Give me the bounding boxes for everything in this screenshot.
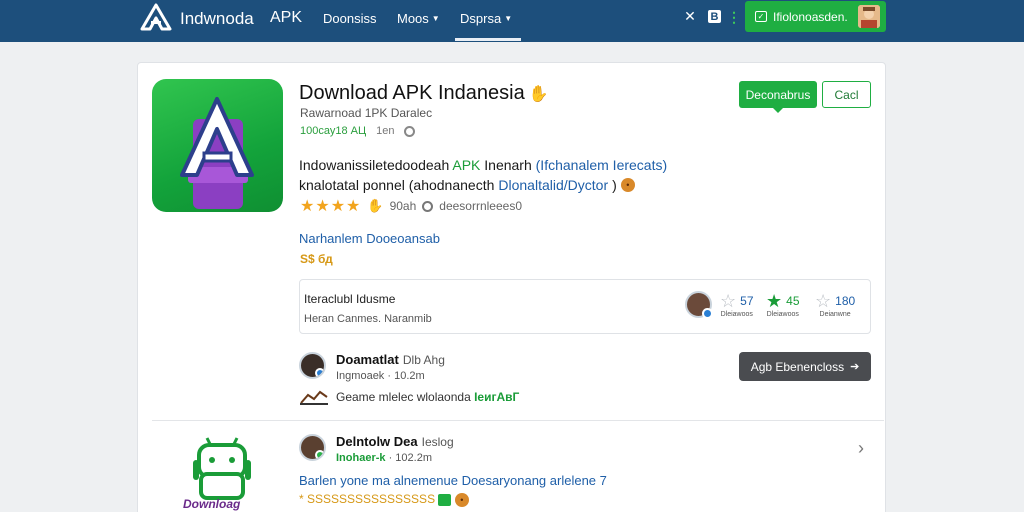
review-stat-value: 57 [740,294,754,308]
nav-label: Moos [397,11,429,26]
app-icon [152,79,283,212]
brand-suffix[interactable]: APK [270,9,302,27]
comment-text-stars: * SSSSSSSSSSSSSSSS [299,492,436,506]
commenter-avatar[interactable] [299,434,326,461]
chart-thumbnail-icon [300,390,328,405]
cancel-button[interactable]: Cacl [822,81,871,108]
review-stat[interactable]: ☆ 180 Deianwne [815,292,855,318]
app-meta-lang: 1en [376,125,395,137]
commenter-name-text: Delntolw Dea [336,434,418,449]
review-stat-label: Dleiawoos [766,311,799,318]
divider [152,420,884,421]
download-button[interactable]: Deconabrus [739,81,817,113]
reply-button-label: Agb Ebenencloss [750,359,845,374]
review-stat-value: 180 [835,294,856,308]
account-button-label: Ifiolonoasden. [773,9,848,24]
app-meta-size: 100сау18 АЦ [300,125,367,137]
avatar[interactable] [858,5,880,28]
app-price: S$ бд [300,252,333,266]
app-description-line2: knalotatal ponnel (ahodnanecth Dlonaltal… [299,177,635,193]
active-nav-indicator [455,38,521,41]
star-icon: ☆ [720,291,737,311]
status-dot-icon [315,450,324,459]
reviews-subtitle: Heran Canmes. Naranmib [304,313,432,325]
top-navbar: Indwnoda APK Doonsiss Moos ▼ Dsprsa ▼ ✕ … [0,0,1024,42]
emoji-icon: • [620,178,635,192]
desc-text: ) [612,177,617,193]
review-stat[interactable]: ☆ 57 Dleiawoos [720,292,754,318]
commenter-name-text: Doamatlat [336,352,399,367]
reviewer-avatar[interactable] [685,291,713,319]
star-icon: ☆ [815,291,832,311]
commenter-avatar[interactable] [299,352,326,379]
thumbs-up-icon: ✋ [528,85,549,103]
section-link[interactable]: Narhanlem Dooeoansab [299,231,440,246]
nav-label: Dsprsa [460,11,502,26]
rating-label: deesorrnleees0 [439,199,522,213]
app-subtitle: Rawarnoad 1PK Daralec [300,106,433,120]
account-button[interactable]: ✓ Ifiolonoasden. [745,1,886,32]
app-title-text: Download APK Indanesia [299,82,525,104]
rating-stars-icon: ★★★★ [300,198,362,215]
desc-link[interactable]: Dlonaltalid/Dyctor [498,177,608,193]
settings-icon [422,200,434,212]
tag-icon [438,493,452,506]
nav-item-popular[interactable]: Dsprsa ▼ [460,11,512,26]
nav-label: Doonsiss [323,11,377,26]
comment-text: Geame mlelec wlolaonda IеигАвГ [336,390,519,404]
comment-text-body: Geame mlelec wlolaonda [336,390,471,404]
chevron-down-icon: ▼ [431,14,440,23]
verified-badge-icon [702,308,713,319]
nav-item-downloads[interactable]: Doonsiss [323,11,376,26]
commenter-name[interactable]: Doamatlat Dlb Ahg [336,352,445,367]
nav-item-mods[interactable]: Moos ▼ [397,11,440,26]
commenter-name-extra: Dlb Ahg [402,353,445,367]
status-dot-icon [315,368,324,377]
desc-link[interactable]: (Ifchanalem Ierecats) [536,157,668,173]
tools-icon[interactable]: ✕ [682,8,698,24]
globe-icon [404,125,416,137]
comment-text: Barlen yone ma alnemenue Doesaryonang ar… [299,473,607,488]
comment-meta-time: · 102.2m [388,452,432,464]
emoji-icon: • [454,493,469,507]
reply-button[interactable]: Agb Ebenencloss ➔ [739,352,871,381]
more-icon[interactable]: ⋮ [727,9,741,26]
half-star-icon: ✋ [367,198,384,213]
comment-meta: Ingmoaek · 10.2m [336,370,425,382]
brand-logo-icon[interactable] [140,3,172,31]
app-description-line1: Indowanissiletedoodeah APK Inenarh (Ifch… [299,157,667,173]
app-rating: ★★★★ ✋ 90ah deesorrnleees0 [300,196,522,216]
comment-text-secondary: * SSSSSSSSSSSSSSSS • [299,492,469,507]
star-icon: ★ [766,291,783,311]
review-stat-value: 45 [786,294,800,308]
desc-text: Indowanissiletedoodeah [299,157,450,173]
rating-count: 90ah [389,199,417,213]
download-label: Downloag [183,497,241,511]
app-title: Download APK Indanesia ✋ [299,82,549,105]
desc-highlight: APK [452,157,481,173]
review-stat[interactable]: ★ 45 Dleiawoos [766,292,800,318]
mail-icon: ✓ [755,11,767,22]
desc-text: knalotatal ponnel (ahodnanecth [299,177,495,193]
reviews-summary-box: Iteraclubl Idusme Heran Canmes. Naranmib… [299,279,871,334]
comment-meta: Inohaer-k · 102.2m [336,452,432,464]
commenter-name-extra: Ieslog [421,435,454,449]
reviews-title: Iteraclubl Idusme [304,292,396,306]
app-meta: 100сау18 АЦ 1en [300,125,416,137]
comment-highlight: IеигАвГ [474,390,520,404]
review-stat-label: Deianwne [819,311,851,318]
chevron-down-icon: ▼ [504,14,513,23]
share-icon: ➔ [850,361,860,373]
chevron-right-icon[interactable]: › [858,438,864,459]
review-stat-label: Dleiawoos [720,311,753,318]
brand-name[interactable]: Indwnoda [180,9,254,29]
desc-text: Inenarh [484,157,532,173]
commenter-name[interactable]: Delntolw Dea Ieslog [336,434,454,449]
bookmark-icon[interactable]: B [708,10,721,23]
comment-meta-tag: Inohaer-k [336,452,386,464]
